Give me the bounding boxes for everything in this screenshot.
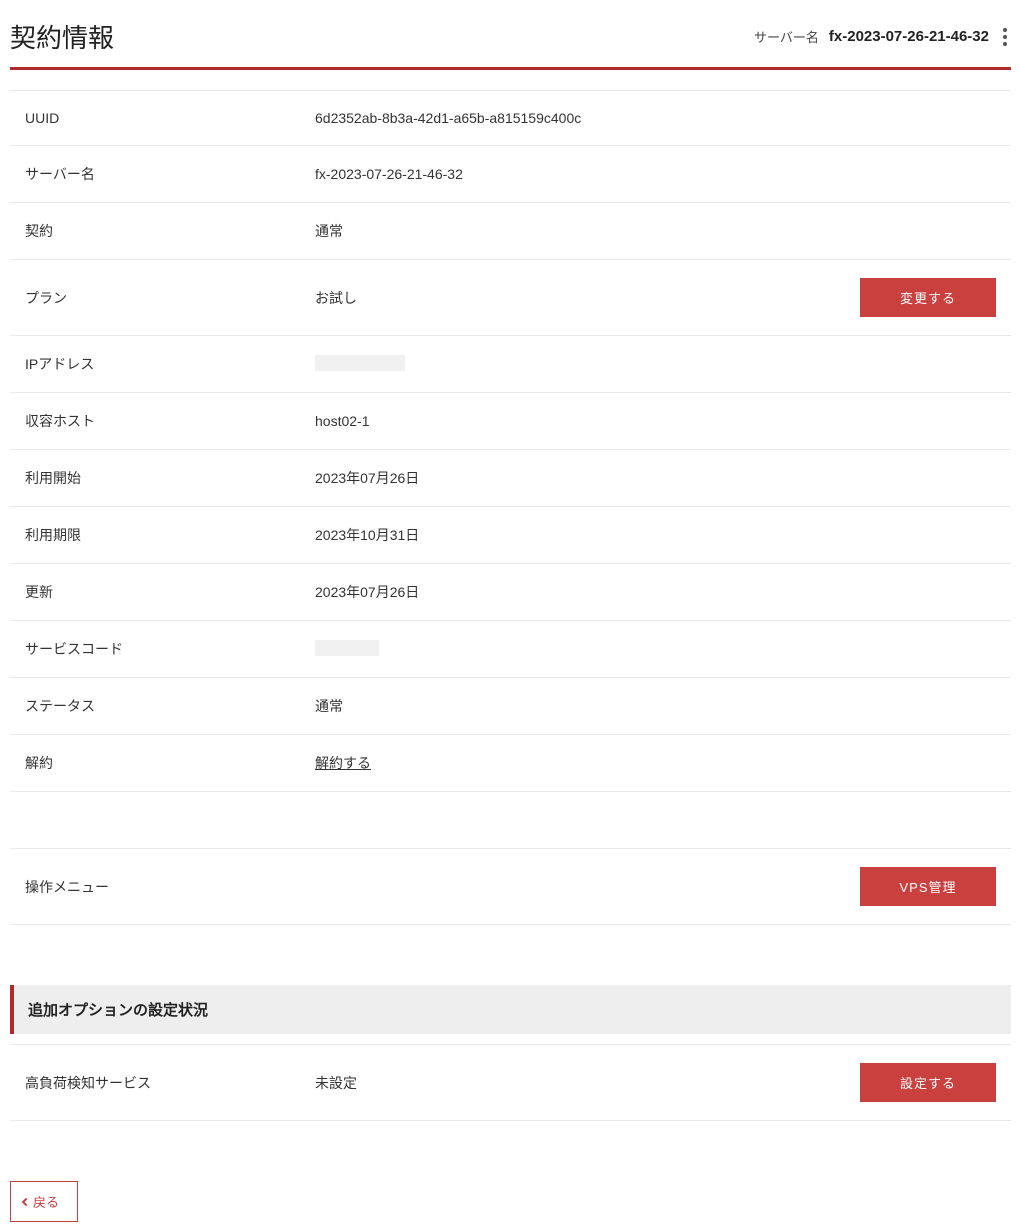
section-title-add-options: 追加オプションの設定状況 [10, 985, 1011, 1034]
contract-value: 通常 [315, 221, 996, 241]
status-value: 通常 [315, 696, 996, 716]
cancel-link[interactable]: 解約する [315, 755, 371, 771]
row-status: ステータス 通常 [10, 678, 1011, 735]
row-update: 更新 2023年07月26日 [10, 564, 1011, 621]
svccode-value [315, 640, 996, 659]
server-label: サーバー名 [25, 164, 315, 184]
host-label: 収容ホスト [25, 411, 315, 431]
back-area: 戻る [10, 1181, 1011, 1222]
row-plan: プラン お試し 変更する [10, 260, 1011, 336]
cancel-label: 解約 [25, 753, 315, 773]
uuid-label: UUID [25, 110, 315, 126]
start-value: 2023年07月26日 [315, 468, 996, 488]
update-value: 2023年07月26日 [315, 582, 996, 602]
row-server-name: サーバー名 fx-2023-07-26-21-46-32 [10, 146, 1011, 203]
row-contract: 契約 通常 [10, 203, 1011, 260]
end-value: 2023年10月31日 [315, 525, 996, 545]
header-right: サーバー名 fx-2023-07-26-21-46-32 [754, 24, 1011, 50]
svccode-label: サービスコード [25, 639, 315, 659]
page-title: 契約情報 [10, 18, 114, 55]
row-cancel: 解約 解約する [10, 735, 1011, 792]
spacer [10, 792, 1011, 848]
row-ip-address: IPアドレス [10, 336, 1011, 393]
opmenu-label: 操作メニュー [25, 877, 315, 897]
uuid-value: 6d2352ab-8b3a-42d1-a65b-a815159c400c [315, 110, 996, 126]
page-header: 契約情報 サーバー名 fx-2023-07-26-21-46-32 [10, 10, 1011, 70]
highload-label: 高負荷検知サービス [25, 1073, 315, 1093]
server-value: fx-2023-07-26-21-46-32 [315, 166, 996, 182]
end-label: 利用期限 [25, 525, 315, 545]
plan-value: お試し [315, 288, 860, 308]
back-label: 戻る [33, 1192, 59, 1211]
configure-highload-button[interactable]: 設定する [860, 1063, 996, 1102]
highload-value: 未設定 [315, 1073, 860, 1093]
svccode-redacted [315, 640, 379, 656]
chevron-left-icon [22, 1197, 30, 1205]
ip-value [315, 355, 996, 374]
change-plan-button[interactable]: 変更する [860, 278, 996, 317]
row-highload: 高負荷検知サービス 未設定 設定する [10, 1044, 1011, 1121]
vps-manage-button[interactable]: VPS管理 [860, 867, 996, 906]
row-operation-menu: 操作メニュー VPS管理 [10, 848, 1011, 925]
status-label: ステータス [25, 696, 315, 716]
row-uuid: UUID 6d2352ab-8b3a-42d1-a65b-a815159c400… [10, 90, 1011, 146]
row-start: 利用開始 2023年07月26日 [10, 450, 1011, 507]
server-name-label: サーバー名 [754, 27, 819, 46]
contract-label: 契約 [25, 221, 315, 241]
update-label: 更新 [25, 582, 315, 602]
ip-redacted [315, 355, 405, 371]
option-table: 高負荷検知サービス 未設定 設定する [10, 1044, 1011, 1121]
host-value: host02-1 [315, 413, 996, 429]
back-button[interactable]: 戻る [10, 1181, 78, 1222]
row-host: 収容ホスト host02-1 [10, 393, 1011, 450]
row-service-code: サービスコード [10, 621, 1011, 678]
contract-info-table: UUID 6d2352ab-8b3a-42d1-a65b-a815159c400… [10, 90, 1011, 925]
server-name-value: fx-2023-07-26-21-46-32 [829, 28, 989, 45]
plan-label: プラン [25, 288, 315, 308]
kebab-menu-icon[interactable] [999, 24, 1011, 50]
row-end: 利用期限 2023年10月31日 [10, 507, 1011, 564]
ip-label: IPアドレス [25, 354, 315, 374]
start-label: 利用開始 [25, 468, 315, 488]
